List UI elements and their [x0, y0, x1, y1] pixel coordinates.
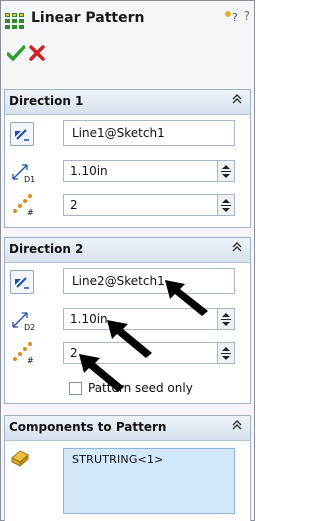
direction-1-title: Direction 1 — [9, 94, 84, 108]
spacing-d2-icon: D2 — [10, 307, 35, 332]
spin-buttons[interactable] — [217, 195, 234, 215]
help-glyph: ? — [243, 9, 250, 23]
direction-1-header[interactable]: Direction 1 — [5, 90, 250, 115]
svg-text:#: # — [27, 356, 34, 365]
components-row: STRUTRING<1> — [5, 444, 250, 520]
direction-2-header[interactable]: Direction 2 — [5, 238, 250, 263]
help-icon[interactable]: ? — [224, 9, 238, 26]
spin-buttons[interactable] — [217, 343, 234, 363]
components-title: Components to Pattern — [9, 420, 167, 434]
help-icon-graphic: ? — [225, 11, 238, 24]
collapse-chevron-icon[interactable] — [232, 241, 242, 257]
direction-1-instances-row: # 2 — [5, 190, 250, 220]
list-item[interactable]: STRUTRING<1> — [72, 453, 226, 466]
cancel-button[interactable] — [29, 45, 45, 64]
direction-1-spacing-row: D1 1.10in — [5, 156, 250, 186]
direction-1-spacing-field[interactable]: 1.10in — [63, 160, 235, 182]
direction-2-title: Direction 2 — [9, 242, 84, 256]
components-header[interactable]: Components to Pattern — [5, 416, 250, 441]
spacing-d1-icon: D1 — [10, 159, 35, 184]
reverse-direction-icon[interactable] — [10, 270, 34, 294]
direction-2-reference-row: Line2@Sketch1 — [5, 266, 250, 296]
components-list[interactable]: STRUTRING<1> — [63, 448, 235, 514]
collapse-chevron-icon[interactable] — [232, 419, 242, 435]
cancel-x-icon — [29, 45, 45, 61]
title-bar: Linear Pattern ? ? — [1, 1, 254, 37]
collapse-chevron-icon[interactable] — [232, 93, 242, 109]
direction-1-spacing-value: 1.10in — [70, 164, 108, 178]
pattern-seed-only-row: Pattern seed only — [5, 378, 250, 398]
spin-buttons[interactable] — [217, 309, 234, 329]
direction-1-reference-field[interactable]: Line1@Sketch1 — [63, 120, 235, 146]
svg-text:D2: D2 — [24, 323, 35, 331]
instances-icon: # — [10, 341, 34, 365]
property-manager-panel: Linear Pattern ? ? Direction 1 Line1@Ske… — [0, 0, 255, 521]
ok-check-icon — [6, 45, 26, 61]
direction-1-instances-field[interactable]: 2 — [63, 194, 235, 216]
reverse-direction-icon[interactable] — [10, 122, 34, 146]
direction-1-reference-row: Line1@Sketch1 — [5, 118, 250, 148]
direction-1-group: Direction 1 Line1@Sketch1 D1 1.10in # 2 — [4, 89, 251, 228]
instances-icon: # — [10, 193, 34, 217]
direction-2-spacing-value: 1.10in — [70, 312, 108, 326]
svg-text:#: # — [27, 208, 34, 217]
spin-buttons[interactable] — [217, 161, 234, 181]
panel-title: Linear Pattern — [31, 10, 145, 26]
svg-text:?: ? — [232, 11, 238, 23]
svg-text:D1: D1 — [24, 175, 35, 183]
component-icon — [10, 448, 34, 472]
direction-1-instances-value: 2 — [70, 198, 78, 212]
whats-wrong-icon[interactable]: ? — [244, 9, 250, 23]
linear-pattern-icon — [5, 13, 24, 29]
ok-button[interactable] — [6, 45, 26, 64]
annotation-arrow-icon — [165, 280, 208, 316]
components-group: Components to Pattern STRUTRING<1> — [4, 415, 251, 521]
annotation-arrow-icon — [79, 354, 124, 392]
